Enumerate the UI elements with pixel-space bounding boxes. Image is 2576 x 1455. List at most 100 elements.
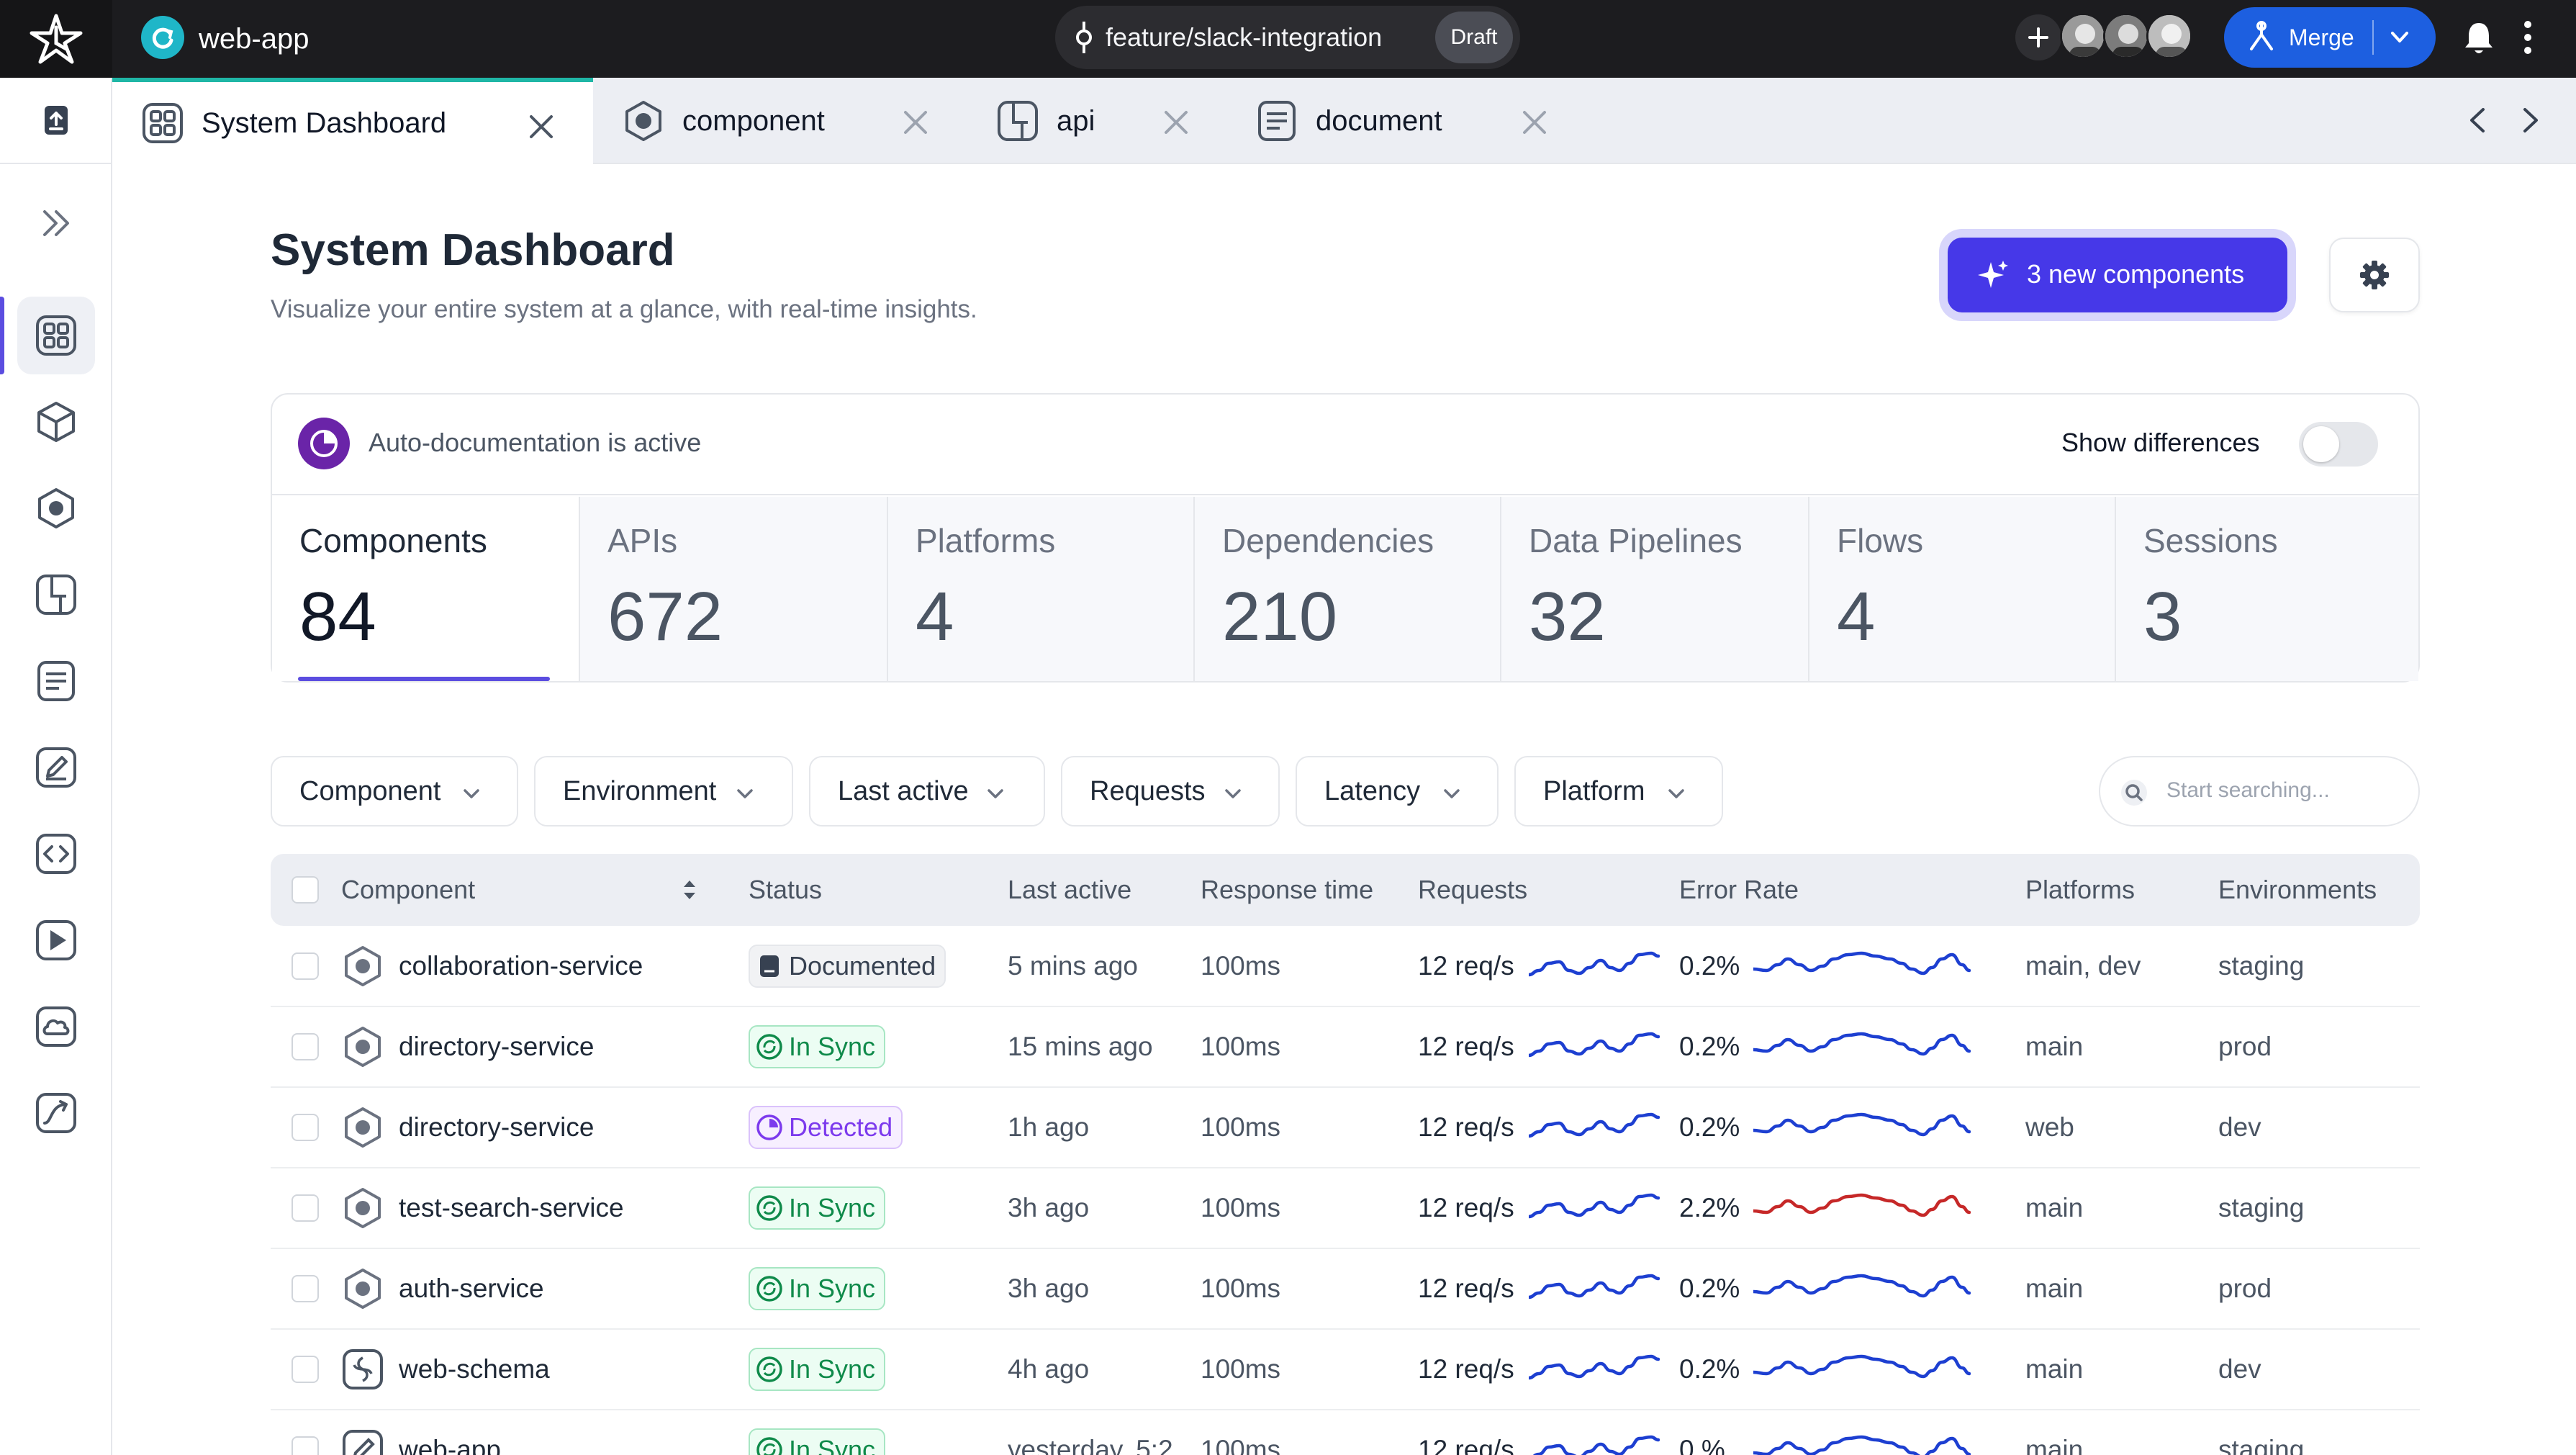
column-header-response-time[interactable]: Response time [1201,873,1373,907]
stat-platforms[interactable]: Platforms 4 [888,497,1195,681]
platforms: main [2025,1274,2084,1303]
select-all-checkbox[interactable] [292,876,319,904]
more-vertical-icon[interactable] [2519,19,2536,56]
column-header-last-active[interactable]: Last active [1008,873,1131,907]
chevron-down-icon [737,789,753,798]
environment: staging [2218,951,2305,981]
component-name[interactable]: directory-service [399,1109,594,1145]
column-header-component[interactable]: Component [341,873,475,907]
logo[interactable] [0,0,112,78]
stat-dependencies[interactable]: Dependencies 210 [1195,497,1501,681]
search-input[interactable] [2166,776,2404,805]
row-checkbox[interactable] [292,1275,319,1302]
dashboard-icon [143,103,183,143]
avatar[interactable] [2146,13,2192,59]
rail-cloud[interactable] [17,988,95,1066]
status-badge: Documented [749,945,946,988]
error-rate-sparkline [1753,951,1971,976]
filter-environment[interactable]: Environment [534,756,793,826]
error-rate-value: 0.2% [1679,1354,1740,1384]
error-rate-sparkline [1753,1435,1971,1455]
chevron-left-icon[interactable] [2463,105,2493,135]
column-header-status[interactable]: Status [749,873,822,907]
chevron-right-icon[interactable] [2515,105,2545,135]
rail-editor[interactable] [17,729,95,806]
settings-button[interactable] [2329,238,2420,312]
stat-flows[interactable]: Flows 4 [1809,497,2116,681]
sort-icon[interactable] [681,877,698,903]
close-icon[interactable] [1162,108,1190,137]
requests-sparkline [1532,1435,1660,1455]
column-header-platforms[interactable]: Platforms [2025,873,2135,907]
response-time: 100ms [1201,951,1281,981]
component-name[interactable]: web-schema [399,1351,550,1387]
hexagon-icon [345,946,381,986]
component-name[interactable]: collaboration-service [399,948,643,984]
rail-pipelines[interactable] [17,1074,95,1152]
column-header-requests[interactable]: Requests [1418,873,1527,907]
plus-icon [2028,27,2048,48]
status-badge: In Sync [749,1348,886,1391]
filter-last-active[interactable]: Last active [809,756,1045,826]
stat-components[interactable]: Components 84 [272,497,580,681]
component-name[interactable]: auth-service [399,1271,544,1307]
search-icon [2121,780,2147,806]
column-header-error-rate[interactable]: Error Rate [1679,873,1799,907]
component-name[interactable]: web-app [399,1432,501,1455]
chevron-down-icon [1668,789,1684,798]
filter-requests[interactable]: Requests [1061,756,1280,826]
filter-latency[interactable]: Latency [1296,756,1499,826]
requests-value: 12 req/s [1418,1354,1514,1384]
rail-dashboard[interactable] [17,297,95,374]
row-checkbox[interactable] [292,1033,319,1060]
close-icon[interactable] [1520,108,1549,137]
stat-label: APIs [607,522,678,559]
chevron-down-icon [1225,789,1241,798]
row-checkbox[interactable] [292,1194,319,1222]
requests-sparkline [1529,1032,1660,1058]
rail-components[interactable] [17,383,95,461]
platforms: main [2025,1435,2084,1455]
chevron-down-icon[interactable] [2388,26,2411,49]
close-icon[interactable] [901,108,930,137]
column-header-environments[interactable]: Environments [2218,873,2377,907]
rail-code[interactable] [17,815,95,893]
error-rate-value: 0.2% [1679,951,1740,981]
filter-platform[interactable]: Platform [1514,756,1723,826]
bell-icon[interactable] [2463,20,2495,56]
show-differences-label: Show differences [2061,428,2260,457]
expand-sidebar-button[interactable] [17,184,95,262]
response-time: 100ms [1201,1435,1281,1455]
app-icon[interactable] [141,16,184,59]
rail-services[interactable] [17,469,95,547]
star-logo-icon [30,14,83,64]
stat-apis[interactable]: APIs 672 [580,497,888,681]
tab-api[interactable]: api [967,78,1241,164]
close-icon[interactable] [527,112,556,141]
row-checkbox[interactable] [292,1436,319,1455]
avatar[interactable] [2060,13,2106,59]
tab-label: System Dashboard [202,107,447,139]
environment: prod [2218,1032,2272,1061]
avatar[interactable] [2103,13,2149,59]
row-divider [271,1167,2420,1168]
row-divider [271,1409,2420,1410]
row-checkbox[interactable] [292,1114,319,1141]
stat-data-pipelines[interactable]: Data Pipelines 32 [1501,497,1809,681]
rail-flows[interactable] [17,901,95,979]
rail-api[interactable] [17,556,95,634]
tab-system-dashboard[interactable]: System Dashboard [112,78,593,164]
last-active: 3h ago [1008,1274,1090,1303]
app-name[interactable]: web-app [199,17,309,60]
rail-file-button[interactable] [0,78,112,164]
row-checkbox[interactable] [292,952,319,980]
component-name[interactable]: test-search-service [399,1190,624,1226]
tab-document[interactable]: document [1226,78,1586,164]
add-collaborator-button[interactable] [2015,14,2061,60]
filter-component[interactable]: Component [271,756,518,826]
stat-sessions[interactable]: Sessions 3 [2116,497,2418,681]
component-name[interactable]: directory-service [399,1029,594,1065]
row-checkbox[interactable] [292,1356,319,1383]
tab-component[interactable]: component [593,78,967,164]
rail-documents[interactable] [17,642,95,720]
